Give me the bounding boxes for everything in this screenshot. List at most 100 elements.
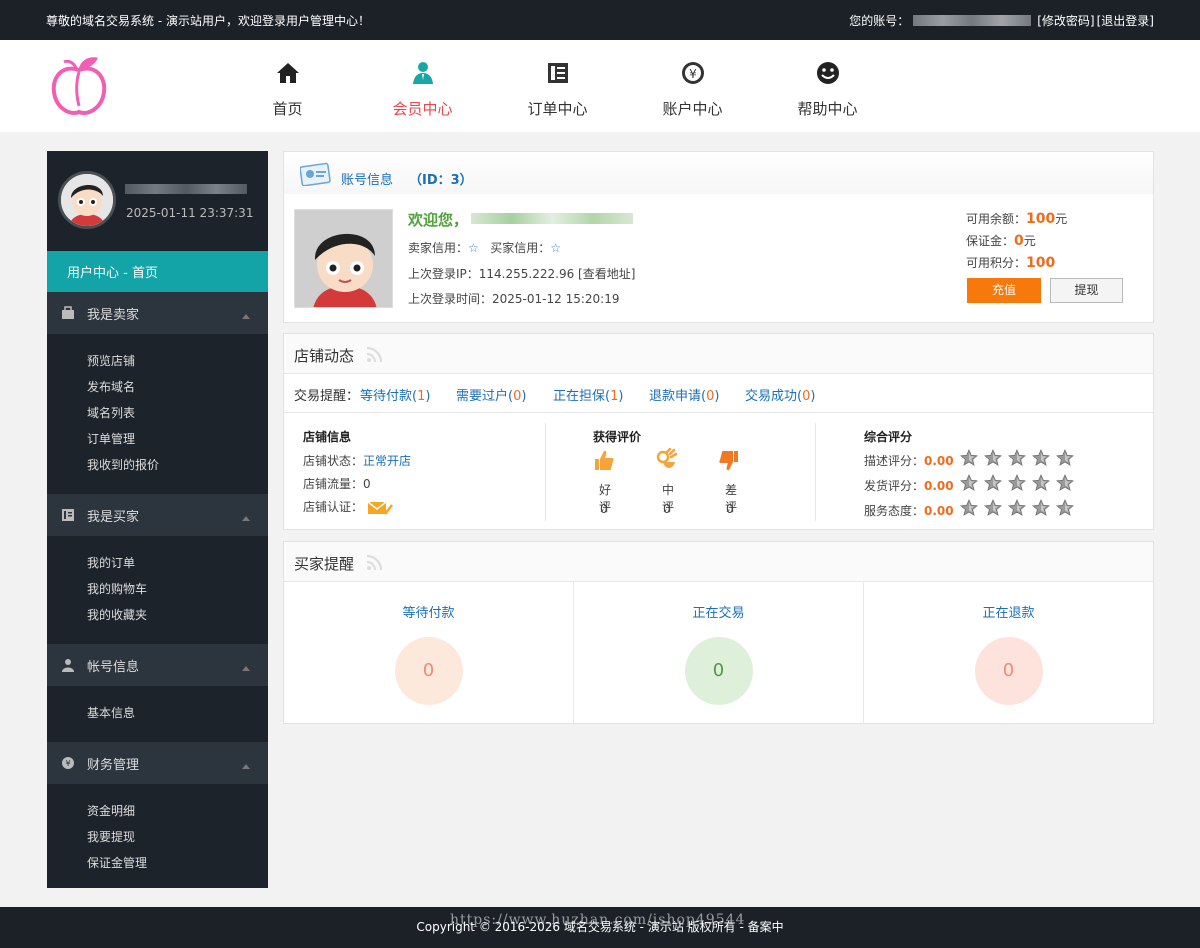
buyer-reminder-count: 0 bbox=[684, 637, 753, 705]
list-icon bbox=[62, 509, 74, 521]
trade-reminder-link-label: 交易成功 bbox=[745, 389, 798, 404]
logout-link[interactable]: [退出登录] bbox=[1097, 12, 1154, 29]
shop-traffic-value: 0 bbox=[363, 477, 371, 491]
buyer-reminder-cells: 等待付款 0 正在交易 0 正在退款 0 bbox=[284, 582, 1153, 724]
sidebar-group-list: 我的订单 我的购物车 我的收藏夹 bbox=[47, 536, 268, 644]
sidebar-item[interactable]: 我的收藏夹 bbox=[87, 606, 268, 632]
trade-reminder-count: 1 bbox=[610, 389, 619, 404]
sidebar-item[interactable]: 我的订单 bbox=[87, 554, 268, 580]
buyer-reminder-cell: 正在交易 0 bbox=[574, 582, 864, 724]
shop-activity-panel: 店铺动态 交易提醒： 等待付款(1) 需要过户(0) 正在担保(1) 退款申请(0) 交… bbox=[283, 333, 1154, 530]
collapse-caret-icon[interactable] bbox=[242, 314, 250, 319]
yen-icon: ¥ bbox=[681, 62, 704, 84]
nav-item[interactable]: 帮助中心 bbox=[760, 40, 895, 132]
buyer-reminder-cell: 正在退款 0 bbox=[864, 582, 1153, 724]
nav-item[interactable]: ¥ 账户中心 bbox=[625, 40, 760, 132]
sidebar-group-header[interactable]: 我是卖家 bbox=[47, 292, 268, 334]
trade-reminder-link-label: 退款申请 bbox=[649, 389, 702, 404]
review-count: 0 bbox=[600, 502, 608, 516]
certified-mail-icon bbox=[367, 500, 393, 515]
buyer-reminder-title: 买家提醒 bbox=[294, 555, 355, 573]
recharge-button[interactable]: 充值 bbox=[967, 278, 1041, 303]
nav-item[interactable]: 会员中心 bbox=[355, 40, 490, 132]
avatar[interactable] bbox=[58, 171, 116, 229]
sidebar-item[interactable]: 保证金管理 bbox=[87, 854, 268, 880]
peach-logo-icon[interactable] bbox=[48, 54, 110, 118]
buyer-reminder-panel: 买家提醒 等待付款 0 正在交易 0 正在退款 0 bbox=[283, 541, 1154, 724]
last-login-value: 2025-01-12 15:20:19 bbox=[492, 292, 620, 306]
sidebar-group-header[interactable]: ¥ 财务管理 bbox=[47, 742, 268, 784]
account-info-header: 账号信息 （ID：3） bbox=[284, 152, 1153, 194]
account-info-title: 账号信息 bbox=[341, 173, 394, 188]
view-address-link[interactable]: [查看地址] bbox=[578, 267, 635, 281]
buyer-reminder-link[interactable]: 正在退款 bbox=[864, 602, 1153, 621]
trade-reminder-link[interactable]: 等待付款(1) bbox=[360, 385, 430, 404]
buyer-reminder-link[interactable]: 等待付款 bbox=[284, 602, 573, 621]
sidebar-item[interactable]: 基本信息 bbox=[87, 704, 268, 730]
buyer-reminder-header: 买家提醒 bbox=[284, 542, 1153, 582]
last-ip-value: 114.255.222.96 bbox=[478, 267, 575, 281]
last-ip-line: 上次登录IP：114.255.222.96 [查看地址] bbox=[408, 265, 635, 282]
welcome-greeting: 欢迎您， bbox=[408, 211, 469, 229]
stats-divider-2 bbox=[815, 423, 816, 521]
shop-status-value[interactable]: 正常开店 bbox=[363, 454, 411, 468]
score-value: 0.00 bbox=[924, 479, 954, 493]
sidebar-item[interactable]: 订单管理 bbox=[87, 430, 268, 456]
buyer-credit-label: 买家信用： bbox=[490, 241, 551, 255]
withdraw-button[interactable]: 提现 bbox=[1050, 278, 1123, 303]
shop-stats: 店铺信息 店铺状态：正常开店 店铺流量：0 店铺认证： 获得评价 好评 0 中评… bbox=[284, 413, 1153, 529]
points-value: 100 bbox=[1026, 255, 1056, 271]
score-label: 发货评分： bbox=[864, 479, 925, 493]
trade-reminder-link[interactable]: 退款申请(0) bbox=[649, 385, 719, 404]
account-name-blurred bbox=[913, 15, 1032, 26]
buyer-reminder-link[interactable]: 正在交易 bbox=[574, 602, 863, 621]
star-rating bbox=[960, 499, 1080, 517]
trade-reminder-link[interactable]: 正在担保(1) bbox=[553, 385, 623, 404]
thumbs-up-icon bbox=[595, 450, 614, 470]
points-line: 可用积分：100 bbox=[966, 254, 1055, 271]
sidebar-group-header[interactable]: 帐号信息 bbox=[47, 644, 268, 686]
svg-text:¥: ¥ bbox=[65, 759, 70, 768]
sidebar-group-header[interactable]: 我是买家 bbox=[47, 494, 268, 536]
score-line: 描述评分：0.00 bbox=[864, 452, 954, 469]
trade-reminder-count: 0 bbox=[513, 389, 522, 404]
star-icon bbox=[1056, 499, 1074, 516]
deposit-line: 保证金：0元 bbox=[966, 232, 1036, 249]
sidebar: 2025-01-11 23:37:31 用户中心 - 首页 我是卖家 预览店铺 发布… bbox=[47, 151, 268, 888]
deposit-unit: 元 bbox=[1023, 234, 1036, 248]
sidebar-item[interactable]: 我收到的报价 bbox=[87, 456, 268, 482]
sidebar-item[interactable]: 预览店铺 bbox=[87, 352, 268, 378]
sidebar-item[interactable]: 我的购物车 bbox=[87, 580, 268, 606]
sidebar-group-list: 预览店铺 发布域名 域名列表 订单管理 我收到的报价 bbox=[47, 334, 268, 494]
star-icon bbox=[960, 499, 978, 516]
change-password-link[interactable]: [修改密码] bbox=[1037, 12, 1094, 29]
sidebar-item[interactable]: 发布域名 bbox=[87, 378, 268, 404]
sidebar-item[interactable]: 域名列表 bbox=[87, 404, 268, 430]
shop-traffic-label: 店铺流量： bbox=[303, 477, 364, 491]
trade-reminder-label: 交易提醒： bbox=[294, 389, 360, 404]
shop-status-line: 店铺状态：正常开店 bbox=[303, 452, 411, 469]
sidebar-groups: 我是卖家 预览店铺 发布域名 域名列表 订单管理 我收到的报价 我是买家 我的订单 我的购物车我… bbox=[47, 292, 268, 892]
overall-score-title: 综合评分 bbox=[864, 430, 913, 444]
collapse-caret-icon[interactable] bbox=[242, 516, 250, 521]
sidebar-home-link[interactable]: 用户中心 - 首页 bbox=[47, 251, 268, 292]
nav-item[interactable]: 订单中心 bbox=[490, 40, 625, 132]
home-icon bbox=[276, 63, 299, 83]
nav-item[interactable]: 首页 bbox=[220, 40, 355, 132]
sidebar-group-title: 我是买家 bbox=[87, 510, 140, 525]
sidebar-group-title: 财务管理 bbox=[87, 758, 140, 773]
welcome-username-blurred bbox=[471, 213, 633, 224]
trade-reminder-link[interactable]: 交易成功(0) bbox=[745, 385, 815, 404]
star-icon bbox=[1032, 449, 1050, 466]
sidebar-item[interactable]: 资金明细 bbox=[87, 802, 268, 828]
main-nav: 首页 会员中心 订单中心 ¥ 账户中心 帮助中心 bbox=[220, 40, 895, 132]
trade-reminder-link[interactable]: 需要过户(0) bbox=[456, 385, 526, 404]
nav-item-label: 帮助中心 bbox=[797, 100, 858, 118]
collapse-caret-icon[interactable] bbox=[242, 764, 250, 769]
collapse-caret-icon[interactable] bbox=[242, 666, 250, 671]
credit-line: 卖家信用：☆ 买家信用：☆ bbox=[408, 239, 561, 256]
header: 首页 会员中心 订单中心 ¥ 账户中心 帮助中心 bbox=[0, 40, 1200, 132]
score-label: 描述评分： bbox=[864, 454, 925, 468]
star-icon bbox=[960, 474, 978, 491]
sidebar-item[interactable]: 我要提现 bbox=[87, 828, 268, 854]
